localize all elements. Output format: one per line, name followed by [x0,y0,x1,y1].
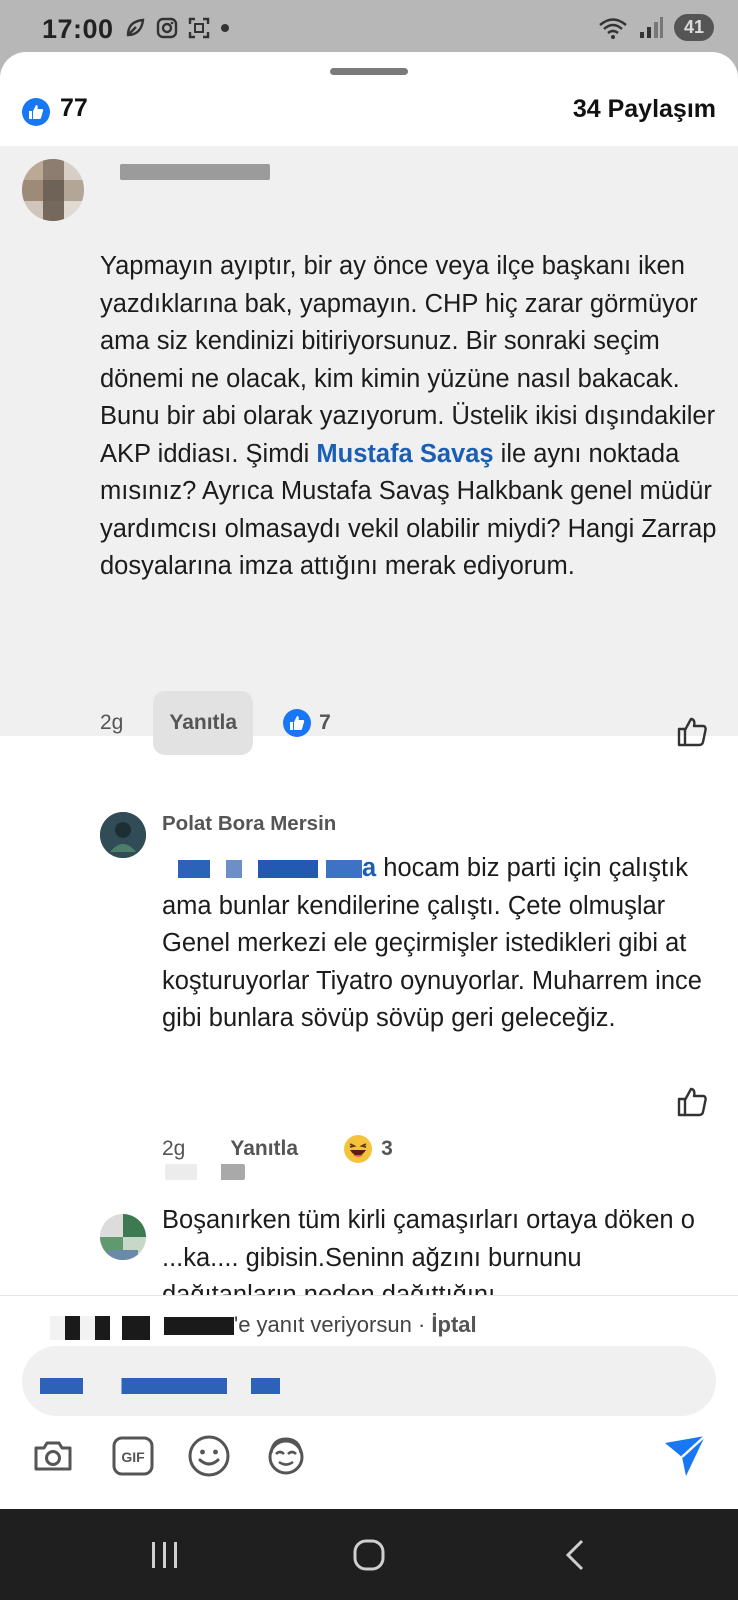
like-reaction-icon [283,709,312,737]
comment-item: Yapmayın ayıptır, bir ay önce veya ilçe … [0,146,738,755]
camera-icon[interactable] [30,1433,76,1479]
back-icon [565,1539,584,1570]
comments-sheet[interactable]: 77 34 Paylaşım Yapmayın ayıptır, bir ay … [0,52,738,1509]
reaction-count: 7 [319,711,331,734]
like-button-icon[interactable] [676,1086,708,1118]
reply-target-avatar-redacted [50,1316,150,1340]
replying-to-hint: 'e yanıt veriyorsun · İptal [164,1312,477,1338]
status-bar: 17:00 41 [0,0,738,58]
replying-to-text: 'e yanıt veriyorsun [234,1312,412,1337]
reactions-summary: 77 34 Paylaşım [0,88,738,140]
wifi-icon [599,17,627,39]
reply-composer: 'e yanıt veriyorsun · İptal GIF [0,1295,738,1481]
emoji-icon[interactable] [186,1433,232,1479]
avatar[interactable] [22,159,84,221]
leaf-icon [126,18,145,37]
share-count[interactable]: 34 Paylaşım [573,95,716,124]
mention-link[interactable]: a [362,854,376,882]
instagram-icon [156,17,178,39]
like-reaction-icon[interactable] [22,98,50,126]
battery-indicator: 41 [673,14,714,41]
home-button[interactable] [324,1509,414,1600]
author-name-redacted[interactable] [165,1164,245,1180]
status-time: 17:00 [42,14,114,44]
reply-button[interactable]: Yanıtla [153,691,254,755]
cancel-reply-button[interactable]: İptal [431,1312,476,1337]
comment-time: 2g [162,1137,186,1160]
reaction-count: 3 [381,1137,393,1160]
home-icon [353,1539,385,1570]
signal-icon [639,16,663,38]
system-navigation-bar [0,1509,738,1600]
comment-actions: 2g Yanıtla 3 [162,1134,393,1164]
avatar-sticker-icon[interactable] [263,1433,309,1479]
mention-link[interactable]: Mustafa Savaş [316,440,493,468]
drag-handle[interactable] [330,68,408,75]
gif-icon[interactable]: GIF [110,1433,156,1479]
reply-button[interactable]: Yanıtla [230,1137,298,1161]
haha-reaction-icon [344,1135,373,1163]
comment-text-part: Yapmayın ayıptır, bir ay önce veya ilçe … [100,252,716,468]
comment-reaction[interactable]: 3 [343,1134,393,1164]
comment-text: Yapmayın ayıptır, bir ay önce veya ilçe … [100,248,720,586]
separator: · [411,1312,432,1337]
mention-link-redacted[interactable] [162,860,362,879]
send-icon[interactable] [662,1433,708,1479]
mention-tag-redacted[interactable] [40,1378,280,1394]
comment-reaction[interactable]: 7 [283,709,331,737]
status-system-icons: 41 [598,14,714,41]
comment-time: 2g [100,711,124,734]
composer-toolbar: GIF [0,1433,738,1481]
author-name-redacted[interactable] [120,164,270,180]
comment-author[interactable]: Polat Bora Mersin [162,812,336,836]
like-button-icon[interactable] [676,716,708,748]
comment-actions: 2g Yanıtla 7 [100,691,331,755]
reply-target-name-redacted [164,1317,234,1336]
recent-apps-button[interactable] [120,1509,210,1600]
avatar[interactable] [100,812,146,858]
avatar[interactable] [100,1214,146,1260]
like-count[interactable]: 77 [60,94,88,123]
back-button[interactable] [530,1509,620,1600]
comment-input[interactable] [22,1346,716,1416]
comment-text: a hocam biz parti için çalıştık ama bunl… [162,850,722,1038]
recent-apps-icon [152,1541,177,1568]
screenshot-icon [188,17,210,39]
svg-text:GIF: GIF [121,1449,145,1465]
status-notification-icons [124,17,230,39]
dot-icon [221,24,229,32]
comment-text-part: hocam biz parti için çalıştık ama bunlar… [162,854,702,1032]
